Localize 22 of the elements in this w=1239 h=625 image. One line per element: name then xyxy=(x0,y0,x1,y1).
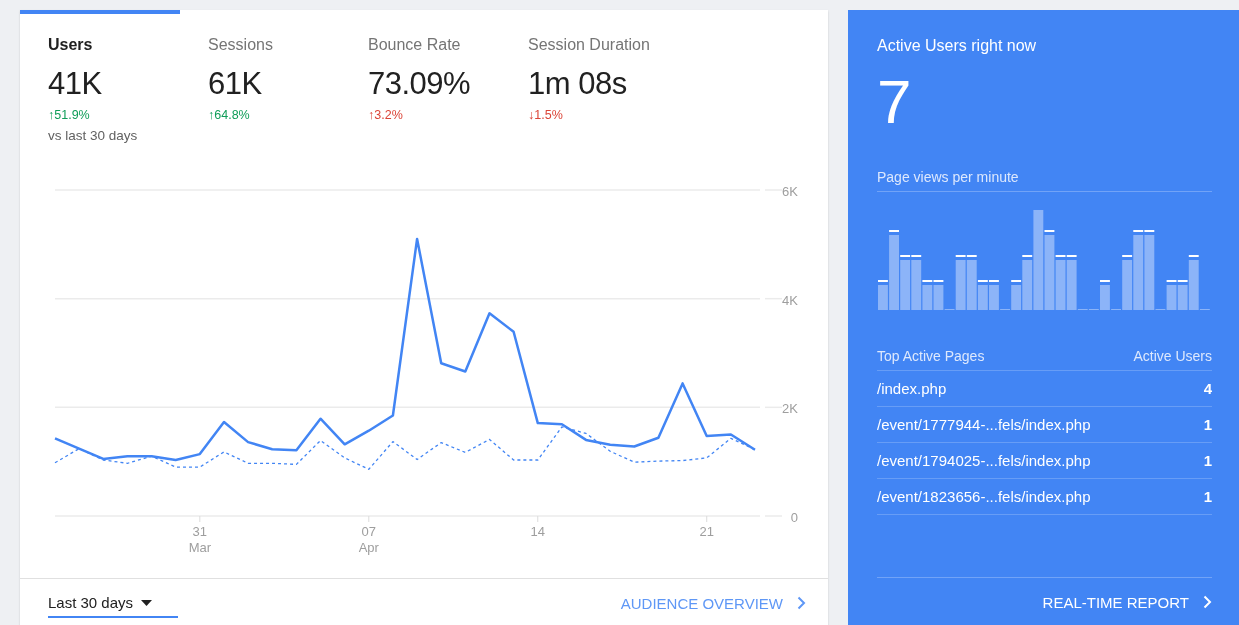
realtime-panel: Active Users right now 7 Page views per minute Top Active Pages Active Users /index.php 4 /event/1777944-...fels/index.php 1 /event/1794025-...fels/index.php 1 /event/1823656-...fels/index.php 1 REAL-TIME REPORT xyxy=(848,10,1239,625)
metric-tab[interactable]: Users 41K ↑51.9% vs last 30 days xyxy=(48,36,208,150)
change-value: ↓1.5% xyxy=(528,108,563,122)
axis-label: 2K xyxy=(782,401,798,417)
caret-icon xyxy=(141,599,153,606)
chevron-right-icon xyxy=(1203,595,1212,609)
axis-label: 07 Apr xyxy=(358,524,379,555)
change-value: ↑3.2% xyxy=(368,108,403,122)
change-value: ↑64.8% xyxy=(208,108,250,122)
change-value: ↑51.9% xyxy=(48,108,90,122)
axis-label: 14 xyxy=(530,524,545,539)
realtime-report-link[interactable]: REAL-TIME REPORT xyxy=(1042,593,1212,611)
axis-label: 0 xyxy=(790,510,798,525)
axis-label: 6K xyxy=(782,184,798,199)
metric-tab[interactable]: Sessions 61K ↑64.8% xyxy=(208,36,368,150)
chevron-right-icon xyxy=(797,596,806,610)
axis-label: 4K xyxy=(782,292,798,308)
metric-tab[interactable]: Session Duration 1m 08s ↓1.5% xyxy=(528,36,688,150)
metric-tab[interactable]: Bounce Rate 73.09% ↑3.2% xyxy=(368,36,528,150)
axis-label: 21 xyxy=(699,524,714,539)
axis-label: 31 Mar xyxy=(188,524,211,555)
date-range-dropdown[interactable]: Last 30 days xyxy=(48,588,178,618)
